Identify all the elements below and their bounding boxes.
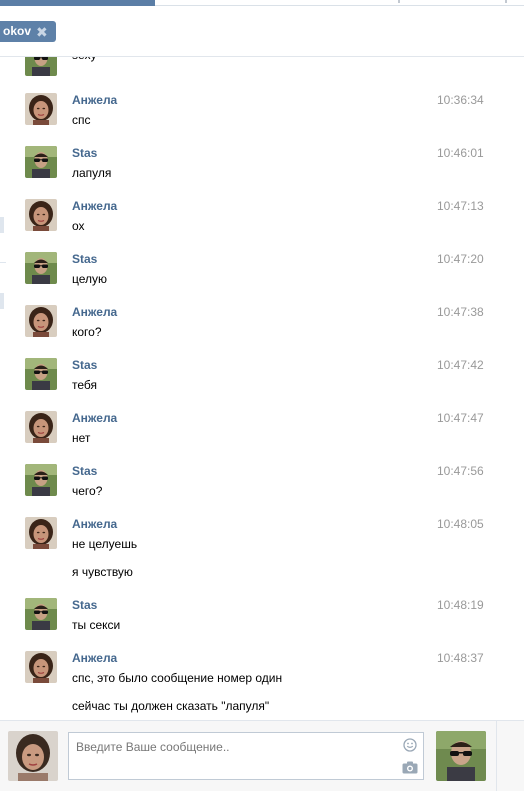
message-item[interactable]: Анжела 10:47:38 кого? bbox=[0, 305, 524, 353]
message-text: чего? bbox=[72, 484, 103, 498]
message-item[interactable]: Stas 10:46:01 лапуля bbox=[0, 146, 524, 194]
message-text: целую bbox=[72, 272, 108, 286]
peer-avatar[interactable] bbox=[436, 731, 486, 781]
message-text: ох bbox=[72, 219, 85, 233]
message-author[interactable]: Stas bbox=[72, 358, 97, 373]
avatar-stas[interactable] bbox=[25, 146, 57, 178]
top-tabs-strip bbox=[0, 0, 524, 10]
avatar-angela[interactable] bbox=[25, 305, 57, 337]
message-time[interactable]: 10:47:20 bbox=[437, 252, 484, 267]
avatar-stas[interactable] bbox=[25, 252, 57, 284]
avatar-stas[interactable] bbox=[25, 57, 57, 76]
message-author[interactable]: Stas bbox=[72, 146, 97, 161]
message-time[interactable]: 10:48:37 bbox=[437, 651, 484, 666]
active-tab-indicator[interactable] bbox=[0, 0, 155, 6]
message-text: спс, это было сообщение номер один bbox=[72, 671, 283, 685]
my-avatar[interactable] bbox=[8, 731, 58, 781]
message-item[interactable]: Stas 10:48:19 ты секси bbox=[0, 598, 524, 646]
message-text: кого? bbox=[72, 325, 102, 339]
avatar-angela[interactable] bbox=[25, 651, 57, 683]
message-author[interactable]: Анжела bbox=[72, 411, 117, 426]
tab-separator bbox=[398, 0, 400, 3]
avatar-stas[interactable] bbox=[25, 598, 57, 630]
message-time[interactable]: 10:46:01 bbox=[437, 146, 484, 161]
message-time[interactable]: 10:36:34 bbox=[437, 93, 484, 108]
dialog-tab-pill[interactable]: okov ✖ bbox=[0, 21, 56, 42]
message-author[interactable]: Stas bbox=[72, 252, 97, 267]
message-time[interactable]: 10:47:56 bbox=[437, 464, 484, 479]
message-text: нет bbox=[72, 431, 91, 445]
message-input[interactable]: Введите Ваше сообщение.. bbox=[68, 732, 424, 780]
message-author[interactable]: Анжела bbox=[72, 651, 117, 666]
message-text: лапуля bbox=[72, 166, 112, 180]
message-item[interactable]: Анжела 10:48:37 спс, это было сообщение но… bbox=[0, 651, 524, 720]
message-author[interactable]: Анжела bbox=[72, 93, 117, 108]
message-time[interactable]: 10:48:05 bbox=[437, 517, 484, 532]
avatar-angela[interactable] bbox=[25, 93, 57, 125]
message-text: не целуешь bbox=[72, 537, 138, 551]
dialog-tab-name: okov bbox=[3, 24, 32, 38]
message-text: сейчас ты должен сказать "лапуля" bbox=[72, 699, 270, 713]
avatar-angela[interactable] bbox=[25, 199, 57, 231]
avatar-angela[interactable] bbox=[25, 517, 57, 549]
message-item[interactable]: sexy bbox=[0, 57, 524, 92]
tabs-divider bbox=[155, 5, 524, 6]
message-text: ты секси bbox=[72, 618, 121, 632]
camera-icon[interactable] bbox=[402, 761, 418, 774]
message-time[interactable]: 10:47:42 bbox=[437, 358, 484, 373]
avatar-stas[interactable] bbox=[25, 464, 57, 496]
message-time[interactable]: 10:47:38 bbox=[437, 305, 484, 320]
message-item[interactable]: Stas 10:47:20 целую bbox=[0, 252, 524, 300]
smile-icon[interactable] bbox=[403, 738, 417, 752]
message-time[interactable]: 10:47:13 bbox=[437, 199, 484, 214]
message-item[interactable]: Анжела 10:48:05 не целуешь я чувствую bbox=[0, 517, 524, 593]
avatar-angela[interactable] bbox=[25, 411, 57, 443]
message-text: тебя bbox=[72, 378, 98, 392]
message-text: я чувствую bbox=[72, 565, 133, 579]
close-icon[interactable]: ✖ bbox=[36, 25, 48, 39]
tab-separator bbox=[505, 0, 507, 3]
message-author[interactable]: Анжела bbox=[72, 517, 117, 532]
dialog-tabs-row: okov ✖ bbox=[0, 10, 524, 57]
message-item[interactable]: Анжела 10:47:13 ох bbox=[0, 199, 524, 247]
message-author[interactable]: Анжела bbox=[72, 305, 117, 320]
message-author[interactable]: Анжела bbox=[72, 199, 117, 214]
message-item[interactable]: Анжела 10:47:47 нет bbox=[0, 411, 524, 459]
message-author[interactable]: Stas bbox=[72, 598, 97, 613]
message-item[interactable]: Анжела 10:36:34 спс bbox=[0, 93, 524, 141]
message-time[interactable]: 10:47:47 bbox=[437, 411, 484, 426]
message-text: sexy bbox=[72, 57, 97, 63]
message-time[interactable]: 10:48:19 bbox=[437, 598, 484, 613]
message-composer: Введите Ваше сообщение.. bbox=[0, 720, 524, 791]
avatar-stas[interactable] bbox=[25, 358, 57, 390]
message-item[interactable]: Stas 10:47:42 тебя bbox=[0, 358, 524, 406]
message-input-placeholder: Введите Ваше сообщение.. bbox=[76, 740, 230, 754]
message-author[interactable]: Stas bbox=[72, 464, 97, 479]
message-text: спс bbox=[72, 113, 91, 127]
message-history[interactable]: sexy Анжела 10:36:34 спс Stas 10:46:01 лапуля А… bbox=[0, 57, 524, 720]
message-item[interactable]: Stas 10:47:56 чего? bbox=[0, 464, 524, 512]
composer-divider bbox=[496, 721, 497, 791]
